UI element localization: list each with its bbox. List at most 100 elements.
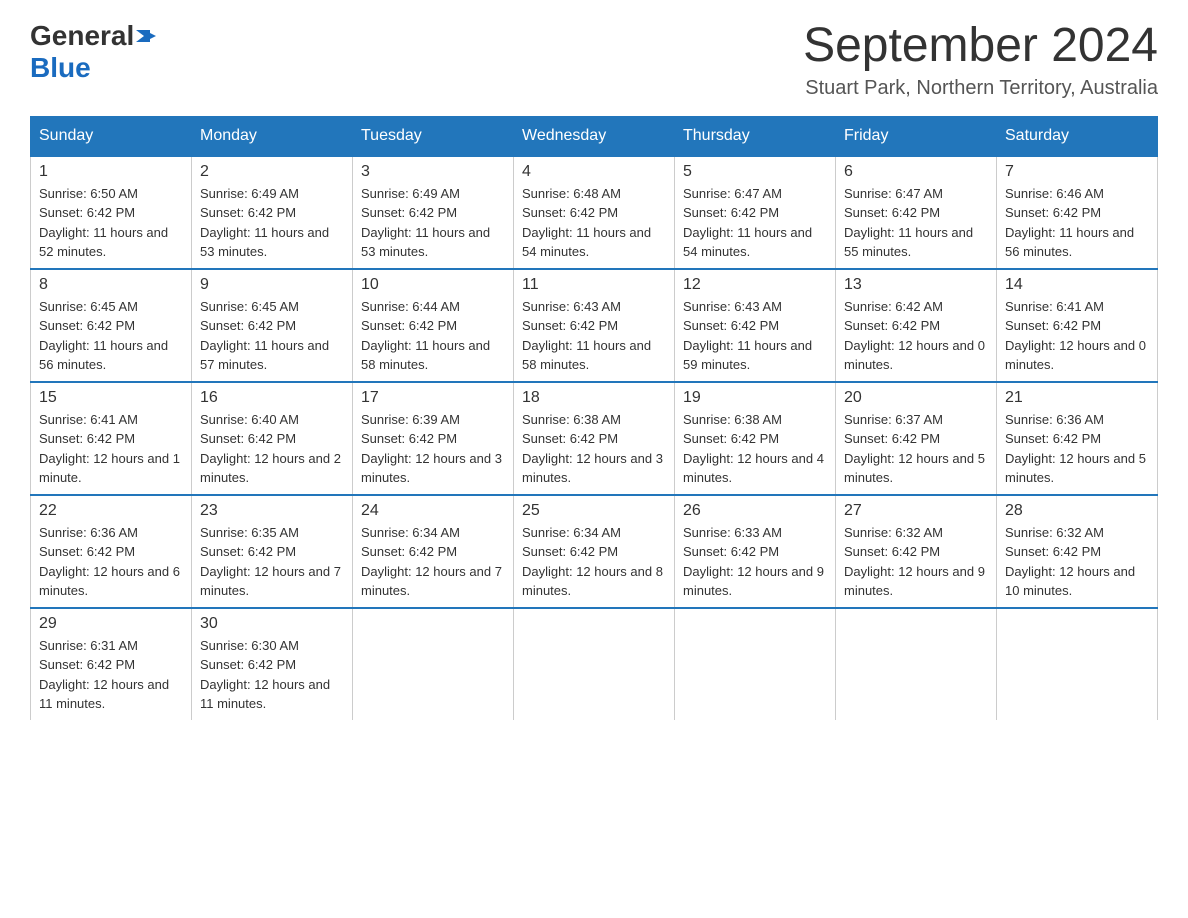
calendar-week-row: 8 Sunrise: 6:45 AM Sunset: 6:42 PM Dayli… bbox=[31, 269, 1158, 382]
day-number: 30 bbox=[200, 615, 344, 633]
calendar-cell: 11 Sunrise: 6:43 AM Sunset: 6:42 PM Dayl… bbox=[514, 269, 675, 382]
weekday-header-thursday: Thursday bbox=[675, 116, 836, 156]
day-info: Sunrise: 6:32 AM Sunset: 6:42 PM Dayligh… bbox=[844, 523, 988, 601]
day-number: 11 bbox=[522, 276, 666, 294]
weekday-header-saturday: Saturday bbox=[997, 116, 1158, 156]
day-number: 17 bbox=[361, 389, 505, 407]
calendar-week-row: 1 Sunrise: 6:50 AM Sunset: 6:42 PM Dayli… bbox=[31, 156, 1158, 269]
calendar-cell: 12 Sunrise: 6:43 AM Sunset: 6:42 PM Dayl… bbox=[675, 269, 836, 382]
day-number: 7 bbox=[1005, 163, 1149, 181]
weekday-header-wednesday: Wednesday bbox=[514, 116, 675, 156]
calendar-cell: 29 Sunrise: 6:31 AM Sunset: 6:42 PM Dayl… bbox=[31, 608, 192, 720]
calendar-cell: 7 Sunrise: 6:46 AM Sunset: 6:42 PM Dayli… bbox=[997, 156, 1158, 269]
day-info: Sunrise: 6:33 AM Sunset: 6:42 PM Dayligh… bbox=[683, 523, 827, 601]
day-info: Sunrise: 6:48 AM Sunset: 6:42 PM Dayligh… bbox=[522, 184, 666, 262]
calendar-cell bbox=[353, 608, 514, 720]
day-number: 4 bbox=[522, 163, 666, 181]
calendar-week-row: 22 Sunrise: 6:36 AM Sunset: 6:42 PM Dayl… bbox=[31, 495, 1158, 608]
calendar-subtitle: Stuart Park, Northern Territory, Austral… bbox=[803, 77, 1158, 100]
calendar-cell: 10 Sunrise: 6:44 AM Sunset: 6:42 PM Dayl… bbox=[353, 269, 514, 382]
calendar-cell: 30 Sunrise: 6:30 AM Sunset: 6:42 PM Dayl… bbox=[192, 608, 353, 720]
calendar-cell: 5 Sunrise: 6:47 AM Sunset: 6:42 PM Dayli… bbox=[675, 156, 836, 269]
day-number: 28 bbox=[1005, 502, 1149, 520]
day-info: Sunrise: 6:44 AM Sunset: 6:42 PM Dayligh… bbox=[361, 297, 505, 375]
day-number: 26 bbox=[683, 502, 827, 520]
day-info: Sunrise: 6:39 AM Sunset: 6:42 PM Dayligh… bbox=[361, 410, 505, 488]
calendar-week-row: 29 Sunrise: 6:31 AM Sunset: 6:42 PM Dayl… bbox=[31, 608, 1158, 720]
day-info: Sunrise: 6:30 AM Sunset: 6:42 PM Dayligh… bbox=[200, 636, 344, 714]
calendar-cell bbox=[675, 608, 836, 720]
day-number: 20 bbox=[844, 389, 988, 407]
calendar-cell: 16 Sunrise: 6:40 AM Sunset: 6:42 PM Dayl… bbox=[192, 382, 353, 495]
day-info: Sunrise: 6:36 AM Sunset: 6:42 PM Dayligh… bbox=[1005, 410, 1149, 488]
weekday-header-friday: Friday bbox=[836, 116, 997, 156]
calendar-cell: 19 Sunrise: 6:38 AM Sunset: 6:42 PM Dayl… bbox=[675, 382, 836, 495]
day-number: 24 bbox=[361, 502, 505, 520]
calendar-cell: 6 Sunrise: 6:47 AM Sunset: 6:42 PM Dayli… bbox=[836, 156, 997, 269]
weekday-header-sunday: Sunday bbox=[31, 116, 192, 156]
day-info: Sunrise: 6:34 AM Sunset: 6:42 PM Dayligh… bbox=[361, 523, 505, 601]
day-info: Sunrise: 6:31 AM Sunset: 6:42 PM Dayligh… bbox=[39, 636, 183, 714]
day-info: Sunrise: 6:50 AM Sunset: 6:42 PM Dayligh… bbox=[39, 184, 183, 262]
calendar-cell: 27 Sunrise: 6:32 AM Sunset: 6:42 PM Dayl… bbox=[836, 495, 997, 608]
day-number: 13 bbox=[844, 276, 988, 294]
day-info: Sunrise: 6:35 AM Sunset: 6:42 PM Dayligh… bbox=[200, 523, 344, 601]
day-number: 12 bbox=[683, 276, 827, 294]
day-info: Sunrise: 6:47 AM Sunset: 6:42 PM Dayligh… bbox=[844, 184, 988, 262]
calendar-cell: 18 Sunrise: 6:38 AM Sunset: 6:42 PM Dayl… bbox=[514, 382, 675, 495]
weekday-header-tuesday: Tuesday bbox=[353, 116, 514, 156]
calendar-cell: 8 Sunrise: 6:45 AM Sunset: 6:42 PM Dayli… bbox=[31, 269, 192, 382]
day-info: Sunrise: 6:43 AM Sunset: 6:42 PM Dayligh… bbox=[683, 297, 827, 375]
day-info: Sunrise: 6:49 AM Sunset: 6:42 PM Dayligh… bbox=[200, 184, 344, 262]
calendar-cell bbox=[836, 608, 997, 720]
day-info: Sunrise: 6:41 AM Sunset: 6:42 PM Dayligh… bbox=[1005, 297, 1149, 375]
logo-triangle-icon bbox=[136, 26, 156, 46]
day-number: 14 bbox=[1005, 276, 1149, 294]
day-number: 9 bbox=[200, 276, 344, 294]
day-info: Sunrise: 6:38 AM Sunset: 6:42 PM Dayligh… bbox=[522, 410, 666, 488]
calendar-cell: 22 Sunrise: 6:36 AM Sunset: 6:42 PM Dayl… bbox=[31, 495, 192, 608]
calendar-title: September 2024 bbox=[803, 20, 1158, 73]
calendar-cell: 3 Sunrise: 6:49 AM Sunset: 6:42 PM Dayli… bbox=[353, 156, 514, 269]
day-info: Sunrise: 6:45 AM Sunset: 6:42 PM Dayligh… bbox=[200, 297, 344, 375]
calendar-cell: 15 Sunrise: 6:41 AM Sunset: 6:42 PM Dayl… bbox=[31, 382, 192, 495]
day-number: 23 bbox=[200, 502, 344, 520]
calendar-cell: 24 Sunrise: 6:34 AM Sunset: 6:42 PM Dayl… bbox=[353, 495, 514, 608]
day-number: 3 bbox=[361, 163, 505, 181]
calendar-cell: 2 Sunrise: 6:49 AM Sunset: 6:42 PM Dayli… bbox=[192, 156, 353, 269]
calendar-week-row: 15 Sunrise: 6:41 AM Sunset: 6:42 PM Dayl… bbox=[31, 382, 1158, 495]
calendar-cell: 1 Sunrise: 6:50 AM Sunset: 6:42 PM Dayli… bbox=[31, 156, 192, 269]
day-number: 18 bbox=[522, 389, 666, 407]
day-number: 2 bbox=[200, 163, 344, 181]
calendar-cell: 25 Sunrise: 6:34 AM Sunset: 6:42 PM Dayl… bbox=[514, 495, 675, 608]
calendar-cell: 14 Sunrise: 6:41 AM Sunset: 6:42 PM Dayl… bbox=[997, 269, 1158, 382]
day-info: Sunrise: 6:34 AM Sunset: 6:42 PM Dayligh… bbox=[522, 523, 666, 601]
day-number: 10 bbox=[361, 276, 505, 294]
day-info: Sunrise: 6:47 AM Sunset: 6:42 PM Dayligh… bbox=[683, 184, 827, 262]
day-info: Sunrise: 6:32 AM Sunset: 6:42 PM Dayligh… bbox=[1005, 523, 1149, 601]
calendar-cell: 17 Sunrise: 6:39 AM Sunset: 6:42 PM Dayl… bbox=[353, 382, 514, 495]
header: General Blue September 2024 Stuart Park,… bbox=[30, 20, 1158, 100]
calendar-cell: 4 Sunrise: 6:48 AM Sunset: 6:42 PM Dayli… bbox=[514, 156, 675, 269]
calendar-cell: 13 Sunrise: 6:42 AM Sunset: 6:42 PM Dayl… bbox=[836, 269, 997, 382]
weekday-header-monday: Monday bbox=[192, 116, 353, 156]
day-info: Sunrise: 6:37 AM Sunset: 6:42 PM Dayligh… bbox=[844, 410, 988, 488]
day-number: 19 bbox=[683, 389, 827, 407]
day-info: Sunrise: 6:38 AM Sunset: 6:42 PM Dayligh… bbox=[683, 410, 827, 488]
day-number: 5 bbox=[683, 163, 827, 181]
calendar-cell bbox=[997, 608, 1158, 720]
calendar-table: SundayMondayTuesdayWednesdayThursdayFrid… bbox=[30, 116, 1158, 720]
day-number: 22 bbox=[39, 502, 183, 520]
day-info: Sunrise: 6:49 AM Sunset: 6:42 PM Dayligh… bbox=[361, 184, 505, 262]
day-number: 1 bbox=[39, 163, 183, 181]
day-info: Sunrise: 6:46 AM Sunset: 6:42 PM Dayligh… bbox=[1005, 184, 1149, 262]
day-info: Sunrise: 6:41 AM Sunset: 6:42 PM Dayligh… bbox=[39, 410, 183, 488]
calendar-cell: 21 Sunrise: 6:36 AM Sunset: 6:42 PM Dayl… bbox=[997, 382, 1158, 495]
logo-general-text: General bbox=[30, 20, 134, 52]
calendar-cell: 26 Sunrise: 6:33 AM Sunset: 6:42 PM Dayl… bbox=[675, 495, 836, 608]
day-number: 25 bbox=[522, 502, 666, 520]
day-number: 8 bbox=[39, 276, 183, 294]
day-number: 29 bbox=[39, 615, 183, 633]
day-info: Sunrise: 6:42 AM Sunset: 6:42 PM Dayligh… bbox=[844, 297, 988, 375]
day-number: 27 bbox=[844, 502, 988, 520]
